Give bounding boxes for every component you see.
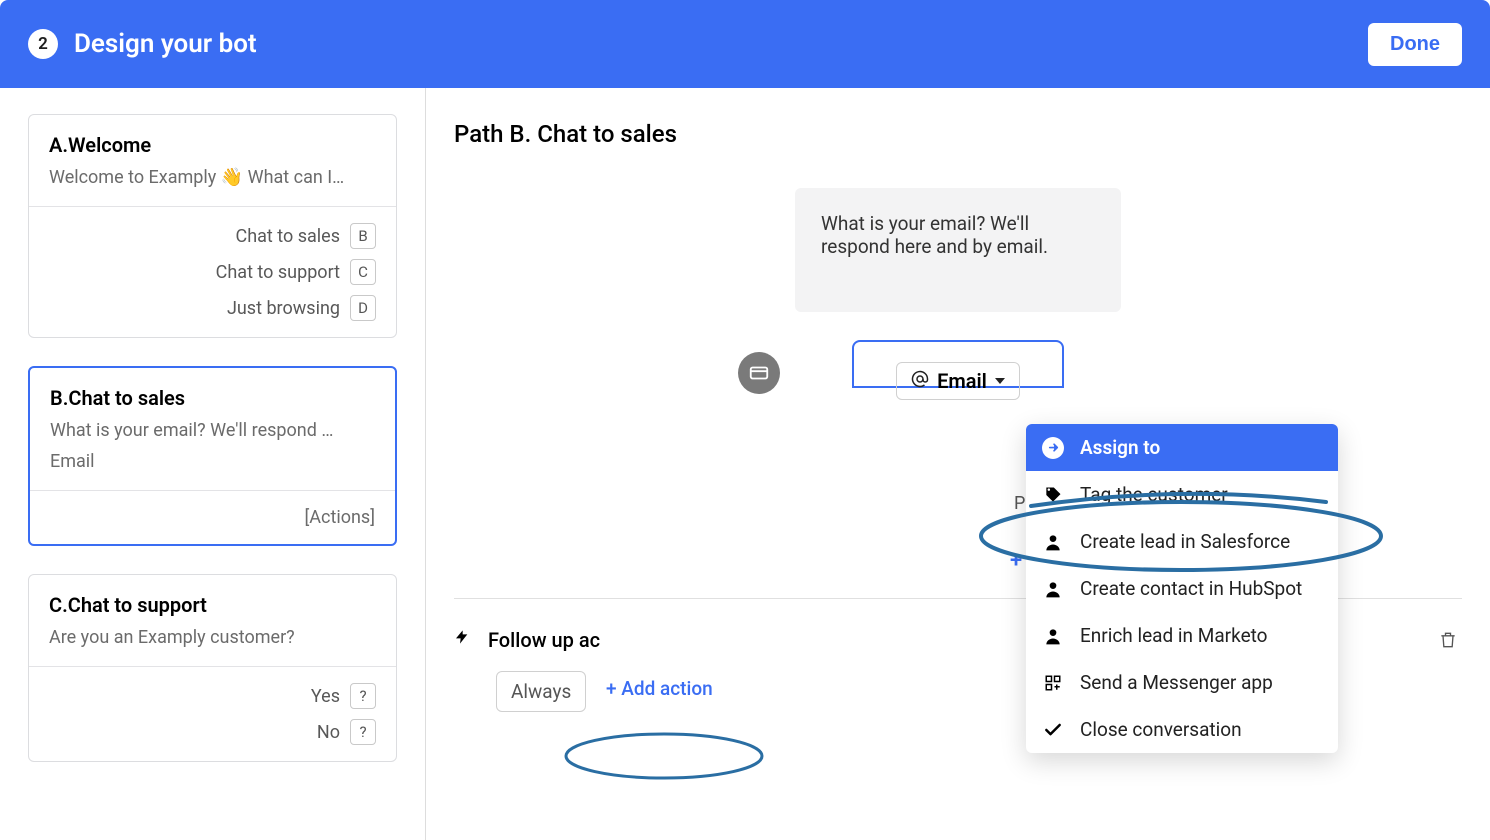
dd-label: Close conversation: [1080, 718, 1242, 741]
path-card-b[interactable]: B.Chat to sales What is your email? We'l…: [28, 366, 397, 546]
path-c-option-no[interactable]: No ?: [49, 719, 376, 745]
email-chip-label: Email: [937, 369, 987, 393]
header-left: 2 Design your bot: [28, 29, 257, 59]
badge-c: C: [350, 259, 376, 285]
chevron-down-icon: [995, 378, 1005, 384]
path-b-sub2: Email: [50, 451, 375, 472]
action-dropdown[interactable]: Assign to Tag the customer Create lead i…: [1026, 424, 1338, 753]
path-a-option-c[interactable]: Chat to support C: [49, 259, 376, 285]
badge-d: D: [350, 295, 376, 321]
condition-always-pill[interactable]: Always: [496, 671, 586, 712]
path-a-subtitle: Welcome to Examply 👋 What can I…: [49, 167, 376, 188]
path-a-option-d[interactable]: Just browsing D: [49, 295, 376, 321]
page-title: Design your bot: [74, 29, 257, 59]
path-editor: Path B. Chat to sales What is your email…: [426, 88, 1490, 840]
editor-title: Path B. Chat to sales: [454, 120, 1462, 148]
add-step-plus[interactable]: +: [1010, 548, 1022, 573]
input-collector-block[interactable]: Email: [852, 340, 1064, 388]
bolt-icon: [454, 627, 470, 652]
path-a-option-b[interactable]: Chat to sales B: [49, 223, 376, 249]
followup-title: Follow up ac: [488, 628, 600, 652]
tag-icon: [1042, 485, 1064, 505]
path-card-a[interactable]: A.Welcome Welcome to Examply 👋 What can …: [28, 114, 397, 338]
user-icon: [1042, 532, 1064, 552]
done-button[interactable]: Done: [1368, 23, 1462, 66]
dd-label: Send a Messenger app: [1080, 671, 1273, 694]
annotation-ellipse-add-action: [556, 724, 766, 784]
path-card-c[interactable]: C.Chat to support Are you an Examply cus…: [28, 574, 397, 762]
check-icon: [1042, 720, 1064, 740]
path-a-title: A.Welcome: [49, 133, 376, 157]
user-icon: [1042, 579, 1064, 599]
wave-emoji: 👋: [221, 167, 243, 188]
badge-no: ?: [350, 719, 376, 745]
path-c-sub: Are you an Examply customer?: [49, 627, 376, 648]
path-b-sub1: What is your email? We'll respond …: [50, 420, 375, 441]
dd-label: Create contact in HubSpot: [1080, 577, 1302, 600]
dd-close-conversation[interactable]: Close conversation: [1026, 706, 1338, 753]
path-b-title: B.Chat to sales: [50, 386, 375, 410]
message-bubble[interactable]: What is your email? We'll respond here a…: [795, 188, 1121, 312]
builder-header: 2 Design your bot Done: [0, 0, 1490, 88]
badge-yes: ?: [350, 683, 376, 709]
dd-label: Tag the customer: [1080, 483, 1228, 506]
step-badge: 2: [28, 29, 58, 59]
dd-tag-customer[interactable]: Tag the customer: [1026, 471, 1338, 518]
input-block-icon: [738, 352, 780, 394]
path-sidebar: A.Welcome Welcome to Examply 👋 What can …: [0, 88, 426, 840]
path-c-title: C.Chat to support: [49, 593, 376, 617]
path-b-actions[interactable]: [Actions]: [30, 490, 395, 544]
dd-create-salesforce[interactable]: Create lead in Salesforce: [1026, 518, 1338, 565]
badge-b: B: [350, 223, 376, 249]
assign-icon: [1042, 437, 1064, 459]
delete-button[interactable]: [1438, 629, 1462, 651]
user-icon: [1042, 626, 1064, 646]
dd-create-hubspot[interactable]: Create contact in HubSpot: [1026, 565, 1338, 612]
email-field-chip[interactable]: Email: [896, 362, 1020, 400]
path-c-option-yes[interactable]: Yes ?: [49, 683, 376, 709]
at-icon: [911, 369, 929, 393]
grid-icon: [1042, 674, 1064, 692]
dd-messenger-app[interactable]: Send a Messenger app: [1026, 659, 1338, 706]
dd-assign-to[interactable]: Assign to: [1026, 424, 1338, 471]
dd-label: Create lead in Salesforce: [1080, 530, 1290, 553]
dd-enrich-marketo[interactable]: Enrich lead in Marketo: [1026, 612, 1338, 659]
dd-label: Enrich lead in Marketo: [1080, 624, 1268, 647]
add-action-button[interactable]: + Add action: [600, 675, 719, 702]
dd-label: Assign to: [1080, 436, 1160, 459]
